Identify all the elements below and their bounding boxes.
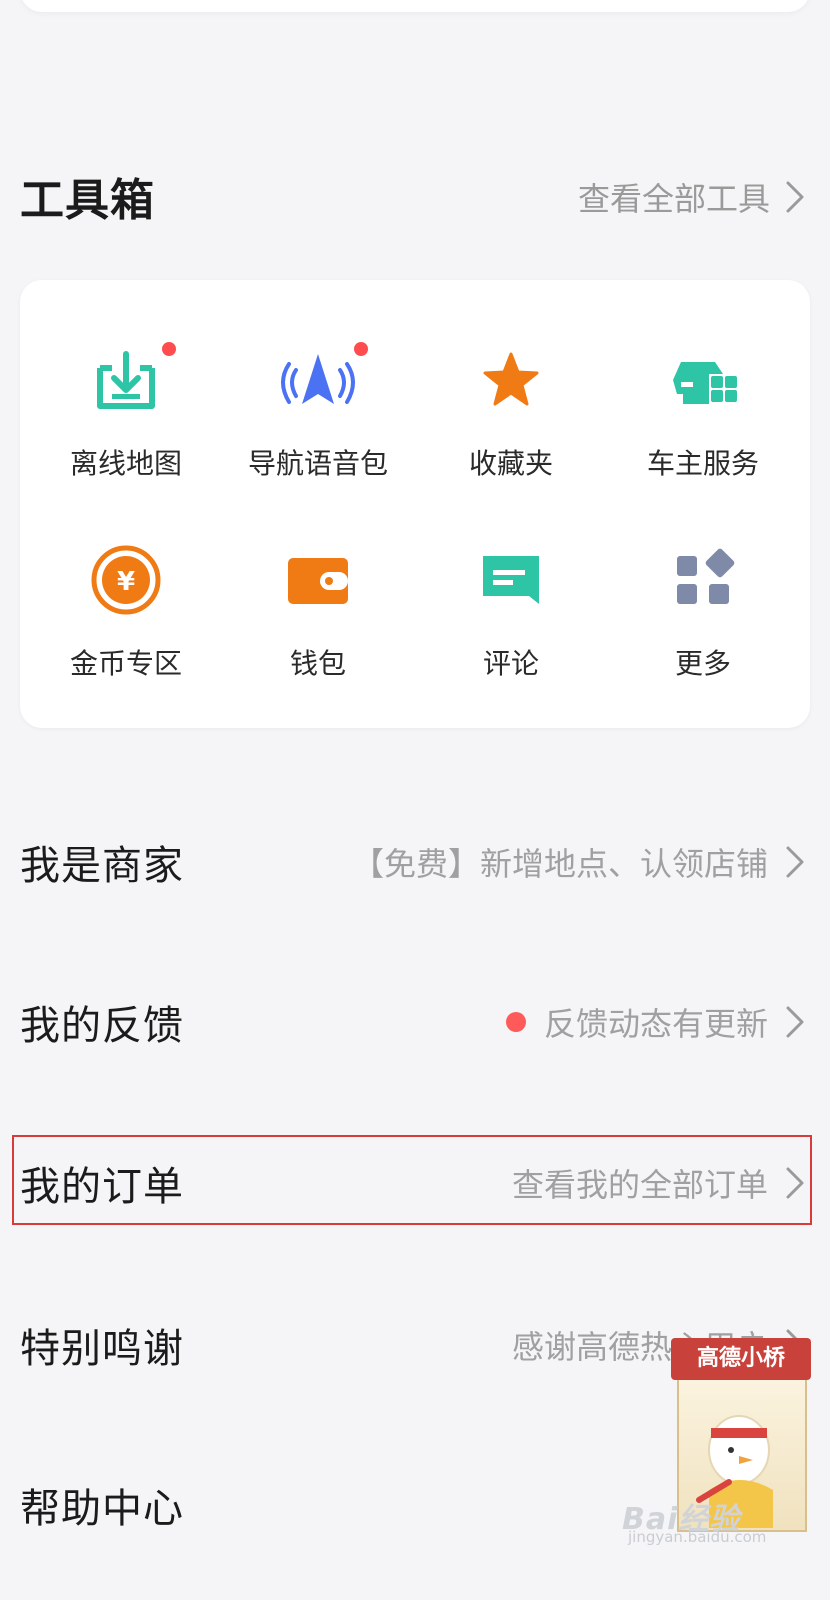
car-service-icon	[663, 340, 743, 420]
watermark-url: jingyan.baidu.com	[628, 1528, 767, 1546]
toolbox-header: 工具箱 查看全部工具	[20, 160, 810, 230]
toolbox-title: 工具箱	[20, 175, 155, 226]
menu-row-title: 特别鸣谢	[20, 1326, 184, 1372]
tool-navigation-voice[interactable]: 导航语音包	[220, 300, 416, 480]
tool-label: 钱包	[289, 647, 346, 680]
menu-row-title: 帮助中心	[20, 1486, 184, 1532]
menu-row-subtitle: 反馈动态有更新	[543, 1005, 768, 1043]
tool-label: 离线地图	[69, 447, 182, 480]
view-all-tools-label: 查看全部工具	[577, 180, 770, 218]
tool-label: 导航语音包	[247, 447, 388, 480]
chevron-right-icon	[786, 846, 804, 878]
menu-row-title: 我是商家	[20, 843, 184, 889]
tool-gold-coin[interactable]: ¥ 金币专区	[28, 500, 224, 680]
tool-offline-map[interactable]: 离线地图	[28, 300, 224, 480]
top-card-edge	[20, 0, 810, 12]
tool-comment[interactable]: 评论	[413, 500, 609, 680]
tool-more[interactable]: 更多	[605, 500, 801, 680]
baidu-jingyan-watermark: Bai经验 jingyan.baidu.com	[622, 1488, 822, 1548]
view-all-tools-link[interactable]: 查看全部工具	[578, 174, 810, 220]
tool-label: 更多	[674, 647, 731, 680]
mascot-banner: 高德小桥	[671, 1338, 811, 1380]
tool-favorites[interactable]: 收藏夹	[413, 300, 609, 480]
star-icon	[471, 340, 551, 420]
menu-row-merchant[interactable]: 我是商家 【免费】新增地点、认领店铺	[20, 815, 810, 905]
notification-dot	[162, 342, 176, 356]
menu-row-subtitle: 【免费】新增地点、认领店铺	[351, 845, 768, 883]
navigation-voice-icon	[278, 340, 358, 420]
highlight-box	[12, 1135, 812, 1225]
chevron-right-icon	[786, 181, 804, 213]
menu-row-title: 我的反馈	[20, 1003, 184, 1049]
more-grid-icon	[663, 540, 743, 620]
tool-label: 金币专区	[69, 647, 182, 680]
notification-dot	[354, 342, 368, 356]
chevron-right-icon	[786, 1006, 804, 1038]
menu-row-feedback[interactable]: 我的反馈 反馈动态有更新	[20, 975, 810, 1065]
comment-icon	[471, 540, 551, 620]
wallet-icon	[278, 540, 358, 620]
tool-wallet[interactable]: 钱包	[220, 500, 416, 680]
tool-label: 车主服务	[646, 447, 759, 480]
tool-label: 收藏夹	[468, 447, 553, 480]
tool-label: 评论	[482, 647, 539, 680]
tool-car-service[interactable]: 车主服务	[605, 300, 801, 480]
gold-coin-icon: ¥	[86, 540, 166, 620]
toolbox-card: 离线地图 导航语音包 收藏夹 车主服务 ¥ 金币专区 钱包 评论 更多	[20, 280, 810, 728]
offline-map-download-icon	[86, 340, 166, 420]
svg-text:¥: ¥	[117, 567, 135, 597]
update-dot	[505, 1012, 526, 1032]
